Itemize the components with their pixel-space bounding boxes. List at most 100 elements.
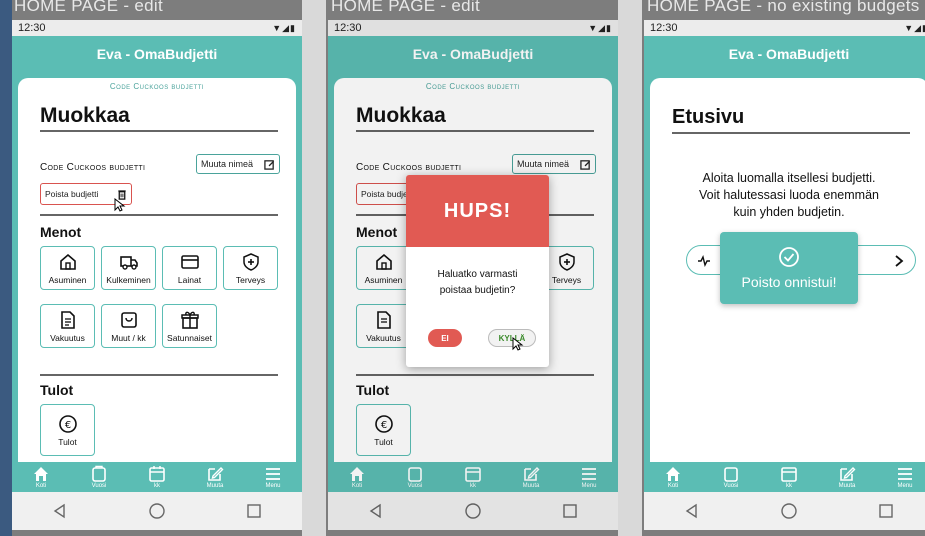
- frame-title: HOME PAGE - edit: [14, 0, 164, 15]
- nav-menu[interactable]: Menu: [885, 465, 925, 489]
- budget-name: Code Cuckoos budjetti: [40, 162, 146, 173]
- success-toast: Poisto onnistui!: [720, 232, 858, 304]
- nav-muuta[interactable]: Muuta: [195, 465, 235, 489]
- nav-kk[interactable]: kk: [769, 465, 809, 489]
- recents-icon[interactable]: [245, 502, 263, 520]
- nav-label: Menu: [897, 483, 913, 489]
- gift-icon: [180, 311, 199, 329]
- back-icon[interactable]: [51, 502, 69, 520]
- no-button[interactable]: EI: [428, 329, 462, 347]
- home-icon: [34, 467, 48, 481]
- check-circle-icon: [779, 247, 799, 267]
- calendar-icon: [149, 466, 165, 482]
- category-kulkeminen[interactable]: Kulkeminen: [101, 246, 156, 290]
- nav-vuosi[interactable]: Vuosi: [79, 465, 119, 489]
- dialog-message-line: poistaa budjetin?: [439, 285, 516, 296]
- back-icon[interactable]: [683, 502, 701, 520]
- bag-icon: [120, 311, 137, 328]
- category-satunnaiset[interactable]: Satunnaiset: [162, 304, 217, 348]
- page-title: Etusivu: [672, 106, 745, 128]
- category-label: Muut / kk: [111, 332, 146, 343]
- nav-kk[interactable]: kk: [137, 465, 177, 489]
- frame-title: HOME PAGE - edit: [331, 0, 481, 15]
- status-bar: 12:30 ▼◢▮: [12, 20, 302, 36]
- recents-icon[interactable]: [877, 502, 895, 520]
- truck-icon: [119, 255, 138, 270]
- system-nav: [12, 492, 302, 530]
- nav-label: kk: [786, 483, 792, 489]
- nav-vuosi[interactable]: Vuosi: [711, 465, 751, 489]
- phone-screen-confirm: 12:30 ▼◢▮ Eva - OmaBudjetti Code Cuckoos…: [328, 20, 618, 530]
- phone-screen-home: 12:30 ▼◢▮ Eva - OmaBudjetti Etusivu Aloi…: [644, 20, 925, 530]
- nav-label: Vuosi: [723, 483, 739, 489]
- welcome-line: Voit halutessasi luoda enemmän: [699, 188, 879, 202]
- bottom-nav: Koti Vuosi kk Muuta Menu: [644, 462, 925, 492]
- welcome-text: Aloita luomalla itsellesi budjetti. Voit…: [650, 170, 925, 221]
- divider: [40, 130, 278, 132]
- frame-title: HOME PAGE - no existing budgets: [647, 0, 920, 15]
- category-vakuutus[interactable]: Vakuutus: [40, 304, 95, 348]
- divider: [672, 132, 910, 134]
- budget-subtitle: Code Cuckoos budjetti: [109, 82, 205, 91]
- document-icon: [60, 310, 75, 329]
- house-icon: [59, 253, 76, 270]
- category-label: Tulot: [58, 436, 77, 447]
- system-nav: [644, 492, 925, 530]
- category-asuminen[interactable]: Asuminen: [40, 246, 95, 290]
- category-label: Lainat: [177, 274, 202, 285]
- menu-icon: [266, 468, 280, 480]
- svg-text:€: €: [64, 420, 70, 431]
- divider: [40, 374, 278, 376]
- category-muut[interactable]: Muut / kk: [101, 304, 156, 348]
- income-heading: Tulot: [40, 382, 74, 398]
- welcome-line: Aloita luomalla itsellesi budjetti.: [702, 171, 876, 185]
- frame-gap: [302, 0, 326, 536]
- nav-menu[interactable]: Menu: [253, 465, 293, 489]
- content-card: Etusivu Aloita luomalla itsellesi budjet…: [650, 78, 925, 462]
- category-lainat[interactable]: Lainat: [162, 246, 217, 290]
- bag-icon: [724, 467, 738, 482]
- shield-plus-icon: [242, 252, 259, 271]
- page-title: Muokkaa: [40, 104, 130, 127]
- system-icons: ▼◢▮: [272, 22, 296, 33]
- category-terveys[interactable]: Terveys: [223, 246, 278, 290]
- content-card: Code Cuckoos budjetti Muokkaa Code Cucko…: [18, 78, 296, 462]
- pulse-icon: [698, 254, 710, 268]
- frame-gap: [618, 0, 642, 536]
- bag-icon: [92, 465, 106, 482]
- nav-koti[interactable]: Koti: [21, 465, 61, 489]
- nav-label: kk: [154, 483, 160, 489]
- status-bar: 12:30 ▼◢▮: [644, 20, 925, 36]
- home-circle-icon[interactable]: [780, 502, 798, 520]
- nav-koti[interactable]: Koti: [653, 465, 693, 489]
- category-label: Kulkeminen: [106, 274, 151, 285]
- category-label: Terveys: [235, 274, 266, 285]
- credit-card-icon: [180, 254, 199, 269]
- status-time: 12:30: [650, 22, 678, 34]
- edit-icon: [840, 467, 856, 481]
- dialog-title: HUPS!: [406, 175, 549, 247]
- calendar-icon: [781, 467, 797, 482]
- rename-button[interactable]: Muuta nimeä: [196, 154, 280, 174]
- toast-message: Poisto onnistui!: [741, 274, 837, 290]
- nav-label: Muuta: [838, 483, 856, 489]
- dialog-message: Haluatko varmasti poistaa budjetin?: [406, 267, 549, 299]
- category-tulot[interactable]: € Tulot: [40, 404, 95, 456]
- cursor-icon: [512, 337, 524, 351]
- chevron-right-icon: [895, 255, 904, 267]
- edit-icon: [264, 159, 275, 170]
- app-title: Eva - OmaBudjetti: [12, 36, 302, 72]
- phone-screen-edit: 12:30 ▼◢▮ Eva - OmaBudjetti Code Cuckoos…: [12, 20, 302, 530]
- nav-label: Koti: [35, 483, 47, 489]
- category-label: Vakuutus: [50, 332, 85, 343]
- status-time: 12:30: [18, 22, 46, 34]
- home-circle-icon[interactable]: [148, 502, 166, 520]
- nav-muuta[interactable]: Muuta: [827, 465, 867, 489]
- category-label: Satunnaiset: [167, 332, 212, 343]
- nav-label: Koti: [667, 483, 679, 489]
- dialog-message-line: Haluatko varmasti: [437, 269, 518, 280]
- system-icons: ▼◢▮: [904, 22, 925, 33]
- confirm-dialog: HUPS! Haluatko varmasti poistaa budjetin…: [406, 175, 549, 367]
- welcome-line: kuin yhden budjetin.: [733, 205, 845, 219]
- category-label: Asuminen: [48, 274, 87, 285]
